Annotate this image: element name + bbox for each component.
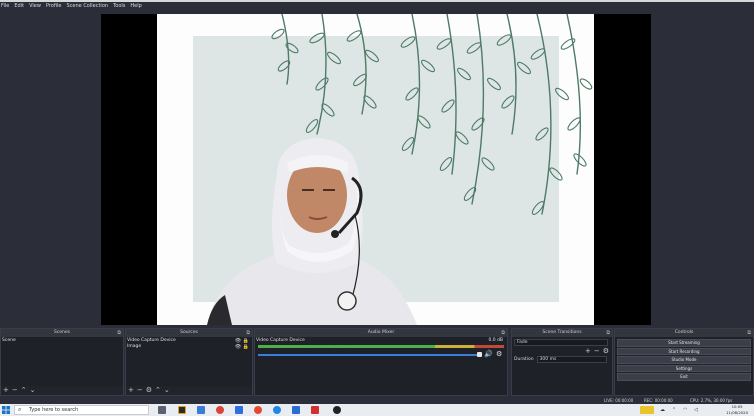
search-icon: ⌕ xyxy=(18,406,22,413)
scenes-title: Scenes ⧉ xyxy=(1,329,123,337)
image-source-background xyxy=(157,14,594,325)
undock-icon[interactable]: ⧉ xyxy=(246,329,250,337)
undock-icon[interactable]: ⧉ xyxy=(606,329,610,337)
transitions-title: Scene Transitions ⧉ xyxy=(512,329,612,337)
mixer-title: Audio Mixer ⧉ xyxy=(255,329,507,337)
scene-transitions-panel: Scene Transitions ⧉ Fade + − ⚙ Duration … xyxy=(511,328,613,396)
add-source-button[interactable]: + xyxy=(128,386,134,395)
preview-area[interactable] xyxy=(0,11,754,325)
powerpoint-icon[interactable] xyxy=(254,406,262,414)
video-capture-person xyxy=(207,138,417,325)
volume-slider[interactable] xyxy=(258,354,482,356)
volume-slider-handle[interactable] xyxy=(477,352,482,357)
obs-app-icon[interactable] xyxy=(178,406,186,414)
menu-bar: File Edit View Profile Scene Collection … xyxy=(0,2,754,11)
windows-start-icon[interactable] xyxy=(2,406,10,414)
add-transition-button[interactable]: + xyxy=(585,347,591,355)
chrome-icon[interactable] xyxy=(216,406,224,414)
start-streaming-button[interactable]: Start Streaming xyxy=(617,339,751,347)
visibility-lock-icons[interactable]: 👁 🔒 xyxy=(235,344,249,350)
volume-icon[interactable]: ◁ xyxy=(694,407,698,413)
controls-panel: Controls ⧉ Start Streaming Start Recordi… xyxy=(614,328,754,396)
mixer-body: Video Capture Device 0.0 dB ········· 🔊 … xyxy=(255,338,507,386)
mixer-db-readout: 0.0 dB xyxy=(488,338,503,343)
studio-mode-button[interactable]: Studio Mode xyxy=(617,356,751,364)
dock-area: Scenes ⧉ Scene + − ⌃ ⌄ Sources ⧉ Video C… xyxy=(0,328,754,398)
sources-panel: Sources ⧉ Video Capture Device 👁 🔒 Image… xyxy=(125,328,253,396)
menu-profile[interactable]: Profile xyxy=(46,2,62,11)
remove-source-button[interactable]: − xyxy=(137,386,143,395)
menu-tools[interactable]: Tools xyxy=(113,2,125,11)
network-icon[interactable]: ◠ xyxy=(683,407,687,413)
scenes-title-text: Scenes xyxy=(53,330,71,335)
transitions-title-text: Scene Transitions xyxy=(542,330,582,335)
duration-input[interactable]: 300 ms xyxy=(536,356,607,363)
gear-icon[interactable]: ⚙ xyxy=(603,347,609,355)
scenes-list[interactable]: Scene xyxy=(1,338,123,386)
task-view-icon[interactable] xyxy=(158,406,166,414)
scene-item[interactable]: Scene xyxy=(1,338,123,344)
taskbar-search[interactable]: ⌕ Type here to search xyxy=(14,405,149,415)
transition-buttons: + − ⚙ xyxy=(512,347,612,355)
source-label: Image xyxy=(127,344,142,349)
settings-button[interactable]: Settings xyxy=(617,364,751,372)
transition-select-row: Fade xyxy=(512,338,612,347)
exit-button[interactable]: Exit xyxy=(617,373,751,381)
remove-transition-button[interactable]: − xyxy=(594,347,600,355)
controls-title: Controls ⧉ xyxy=(615,329,753,337)
transition-select[interactable]: Fade xyxy=(514,339,608,346)
controls-body: Start Streaming Start Recording Studio M… xyxy=(615,338,753,382)
mixer-channel-name: Video Capture Device xyxy=(256,338,305,343)
word-icon[interactable] xyxy=(292,406,300,414)
menu-scene-collection[interactable]: Scene Collection xyxy=(66,2,108,11)
gear-icon[interactable]: ⚙ xyxy=(146,386,152,395)
search-placeholder: Type here to search xyxy=(29,407,79,413)
sources-title-text: Sources xyxy=(180,330,198,335)
undock-icon[interactable]: ⧉ xyxy=(501,329,505,337)
preview-canvas[interactable] xyxy=(101,14,651,325)
transitions-body: Fade + − ⚙ Duration 300 ms xyxy=(512,338,612,386)
clock-date: 11/08/2020 xyxy=(726,410,748,415)
mixer-title-text: Audio Mixer xyxy=(367,330,395,335)
menu-view[interactable]: View xyxy=(29,2,41,11)
meter-scale: ········· xyxy=(258,349,357,353)
start-recording-button[interactable]: Start Recording xyxy=(617,347,751,355)
move-up-icon[interactable]: ⌃ xyxy=(155,386,161,395)
scenes-panel: Scenes ⧉ Scene + − ⌃ ⌄ xyxy=(0,328,124,396)
edge-icon[interactable] xyxy=(235,406,243,414)
recorder-icon[interactable] xyxy=(333,406,341,414)
mixer-channel-row: Video Capture Device 0.0 dB xyxy=(255,338,507,344)
chevron-up-icon[interactable]: ⌃ xyxy=(672,407,676,413)
weather-icon[interactable]: ☁ xyxy=(660,407,665,413)
acrobat-icon[interactable] xyxy=(311,406,319,414)
duration-label: Duration xyxy=(514,357,534,362)
taskbar-clock[interactable]: 10:05 11/08/2020 xyxy=(726,404,748,416)
sources-title: Sources ⧉ xyxy=(126,329,252,337)
move-up-icon[interactable]: ⌃ xyxy=(21,386,27,395)
gear-icon[interactable]: ⚙ xyxy=(496,350,502,358)
source-item-image[interactable]: Image 👁 🔒 xyxy=(126,344,252,350)
skype-icon[interactable] xyxy=(273,406,281,414)
menu-help[interactable]: Help xyxy=(130,2,141,11)
remove-scene-button[interactable]: − xyxy=(12,386,18,395)
audio-mixer-panel: Audio Mixer ⧉ Video Capture Device 0.0 d… xyxy=(254,328,508,396)
undock-icon[interactable]: ⧉ xyxy=(747,329,751,337)
sources-list[interactable]: Video Capture Device 👁 🔒 Image 👁 🔒 xyxy=(126,338,252,386)
duration-row: Duration 300 ms xyxy=(512,355,612,364)
menu-file[interactable]: File xyxy=(1,2,9,11)
source-label: Video Capture Device xyxy=(127,338,176,343)
controls-title-text: Controls xyxy=(674,330,694,335)
sources-toolbar: + − ⚙ ⌃ ⌄ xyxy=(126,386,252,395)
menu-edit[interactable]: Edit xyxy=(14,2,24,11)
speaker-icon[interactable]: 🔊 xyxy=(484,350,493,358)
move-down-icon[interactable]: ⌄ xyxy=(30,386,36,395)
move-down-icon[interactable]: ⌄ xyxy=(164,386,170,395)
scenes-toolbar: + − ⌃ ⌄ xyxy=(1,386,123,395)
file-explorer-icon[interactable] xyxy=(197,406,205,414)
undock-icon[interactable]: ⧉ xyxy=(117,329,121,337)
volume-meter xyxy=(258,345,504,348)
add-scene-button[interactable]: + xyxy=(3,386,9,395)
battery-icon[interactable] xyxy=(640,406,654,414)
windows-taskbar: ⌕ Type here to search ☁ ⌃ ◠ ◁ 10:05 11/0… xyxy=(0,404,754,416)
